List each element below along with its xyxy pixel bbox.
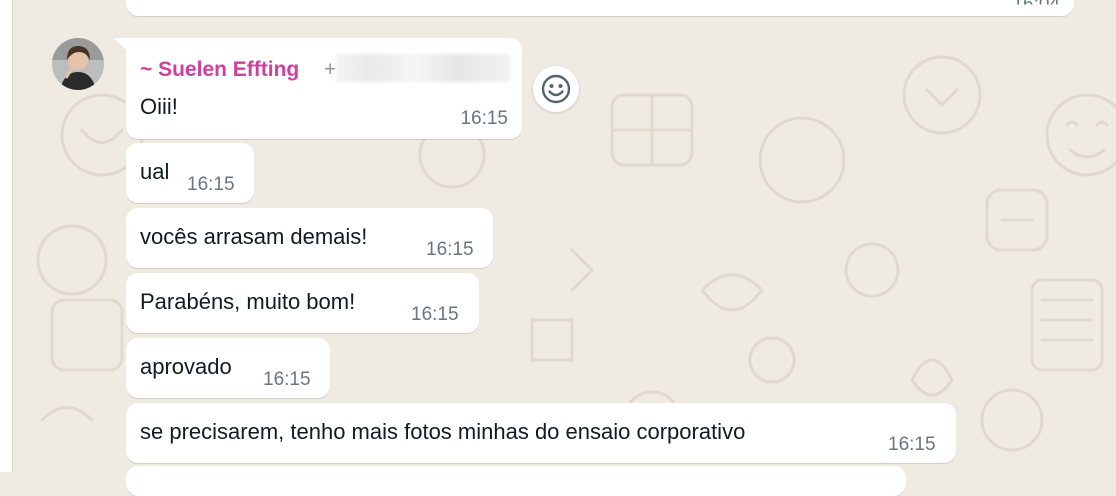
message-text: Oiii! bbox=[140, 94, 178, 119]
react-button[interactable] bbox=[533, 66, 579, 112]
message-time: 16:15 bbox=[426, 239, 474, 260]
user-avatar bbox=[52, 38, 104, 90]
message-time: 16:04 bbox=[1012, 0, 1060, 15]
sender-avatar[interactable] bbox=[52, 38, 104, 90]
bubble-tail bbox=[114, 38, 128, 52]
message-time: 16:15 bbox=[460, 108, 508, 129]
message-bubble-next[interactable] bbox=[126, 466, 906, 496]
message-text: aprovado bbox=[140, 354, 232, 379]
message-bubble[interactable]: se precisarem, tenho mais fotos minhas d… bbox=[126, 403, 956, 463]
sender-name[interactable]: ~ Suelen Effting bbox=[140, 58, 299, 82]
message-text: se precisarem, tenho mais fotos minhas d… bbox=[140, 419, 746, 444]
message-time: 16:15 bbox=[187, 174, 235, 195]
message-bubble[interactable]: aprovado 16:15 bbox=[126, 338, 330, 398]
message-bubble[interactable]: ual 16:15 bbox=[126, 143, 254, 203]
message-bubble[interactable]: vocês arrasam demais! 16:15 bbox=[126, 208, 493, 268]
sender-phone-redacted bbox=[336, 54, 510, 82]
message-text: ual bbox=[140, 159, 170, 184]
message-time: 16:15 bbox=[263, 369, 311, 390]
message-text: vocês arrasam demais! bbox=[140, 224, 368, 249]
smiley-icon bbox=[541, 74, 571, 104]
message-time: 16:15 bbox=[888, 434, 936, 455]
message-bubble-with-sender[interactable]: ~ Suelen Effting + Oiii! 16:15 bbox=[114, 38, 522, 139]
sender-phone-prefix: + bbox=[324, 58, 337, 81]
message-bubble-previous[interactable]: 16:04 bbox=[126, 0, 1074, 16]
message-time: 16:15 bbox=[411, 304, 459, 325]
message-bubble[interactable]: Parabéns, muito bom! 16:15 bbox=[126, 273, 479, 333]
message-text: Parabéns, muito bom! bbox=[140, 289, 356, 314]
